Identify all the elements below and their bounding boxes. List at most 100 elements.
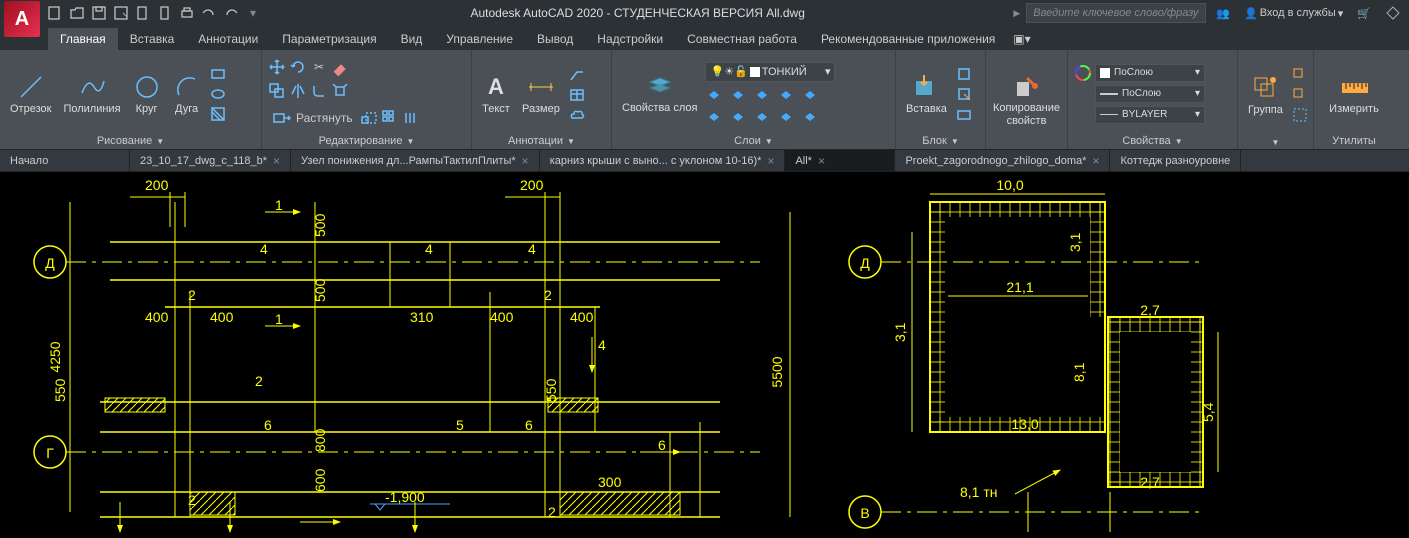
tab-parametric[interactable]: Параметризация bbox=[270, 28, 388, 50]
explode-icon[interactable] bbox=[331, 82, 349, 100]
open-icon[interactable] bbox=[68, 4, 86, 22]
move-icon[interactable] bbox=[268, 58, 286, 76]
ungroup-icon[interactable] bbox=[1291, 66, 1309, 84]
close-icon[interactable]: × bbox=[522, 154, 529, 168]
layer-prev-icon[interactable] bbox=[801, 86, 819, 104]
color-wheel-icon[interactable] bbox=[1074, 64, 1092, 82]
dimension-tool[interactable]: Размер bbox=[518, 71, 564, 117]
mirror-icon[interactable] bbox=[289, 82, 307, 100]
tab-output[interactable]: Вывод bbox=[525, 28, 585, 50]
drawing-canvas[interactable]: Д Г 4250 200 200 4 4 4 1 1 500 500 2 2 4… bbox=[0, 172, 1409, 538]
panel-block-title[interactable]: Блок▼ bbox=[902, 133, 979, 149]
layer-color-swatch bbox=[750, 67, 760, 77]
text-tool[interactable]: A Текст bbox=[478, 71, 514, 117]
insert-tool[interactable]: Вставка bbox=[902, 71, 951, 117]
layer-iso-icon[interactable] bbox=[705, 108, 723, 126]
group-bbox-icon[interactable] bbox=[1291, 106, 1309, 124]
rect-icon[interactable] bbox=[209, 65, 227, 83]
tab-annotate[interactable]: Аннотации bbox=[186, 28, 270, 50]
layer-del-icon[interactable] bbox=[777, 108, 795, 126]
leader-icon[interactable] bbox=[568, 65, 586, 83]
group-tool[interactable]: Группа bbox=[1244, 72, 1287, 118]
panel-group-title[interactable]: ▼ bbox=[1244, 136, 1307, 149]
cloud-icon[interactable] bbox=[568, 105, 586, 123]
saveas-icon[interactable] bbox=[112, 4, 130, 22]
ellipse-icon[interactable] bbox=[209, 85, 227, 103]
layer-merge-icon[interactable] bbox=[753, 108, 771, 126]
trim-icon[interactable]: ✂ bbox=[310, 58, 328, 76]
filetab-5[interactable]: Proekt_zagorodnogo_zhilogo_doma*× bbox=[895, 150, 1110, 171]
login-button[interactable]: 👤 Вход в службы ▾ bbox=[1240, 7, 1347, 20]
layer-uniso-icon[interactable] bbox=[729, 108, 747, 126]
rotate-icon[interactable] bbox=[289, 58, 307, 76]
filetab-1[interactable]: 23_10_17_dwg_c_118_b*× bbox=[130, 150, 291, 171]
circle-tool[interactable]: Круг bbox=[129, 71, 165, 117]
layer-dropdown[interactable]: 💡 ☀ 🔓 ТОНКИЙ ▾ bbox=[705, 62, 835, 82]
panel-anno-title[interactable]: Аннотации▼ bbox=[478, 133, 605, 149]
close-icon[interactable]: × bbox=[818, 154, 825, 168]
color-dropdown[interactable]: ПоСлою▾ bbox=[1095, 64, 1205, 82]
offset-icon[interactable] bbox=[402, 109, 420, 127]
layer-lock-icon[interactable] bbox=[753, 86, 771, 104]
tab-collab[interactable]: Совместная работа bbox=[675, 28, 809, 50]
polyline-tool[interactable]: Полилиния bbox=[59, 71, 124, 117]
scale-icon[interactable] bbox=[360, 109, 378, 127]
erase-icon[interactable] bbox=[331, 58, 349, 76]
print-icon[interactable] bbox=[178, 4, 196, 22]
layer-match-icon[interactable] bbox=[777, 86, 795, 104]
ltype-dropdown[interactable]: BYLAYER▾ bbox=[1095, 106, 1205, 124]
save-icon[interactable] bbox=[90, 4, 108, 22]
arc-tool[interactable]: Дуга bbox=[169, 71, 205, 117]
close-icon[interactable]: × bbox=[767, 154, 774, 168]
edit-block-icon[interactable] bbox=[955, 85, 973, 103]
panel-props-title[interactable]: Свойства▼ bbox=[1074, 133, 1231, 149]
create-block-icon[interactable] bbox=[955, 65, 973, 83]
line-tool[interactable]: Отрезок bbox=[6, 71, 55, 117]
infocenter-icon[interactable]: 👥 bbox=[1212, 7, 1234, 20]
array-icon[interactable] bbox=[381, 109, 399, 127]
table-icon[interactable] bbox=[568, 85, 586, 103]
filetab-4[interactable]: All*× bbox=[785, 150, 895, 171]
close-icon[interactable]: × bbox=[273, 154, 280, 168]
tab-home[interactable]: Главная bbox=[48, 28, 118, 50]
undo-icon[interactable] bbox=[200, 4, 218, 22]
stretch-tool[interactable]: Растянуть bbox=[268, 106, 357, 130]
tab-manage[interactable]: Управление bbox=[434, 28, 525, 50]
tab-addins[interactable]: Надстройки bbox=[585, 28, 675, 50]
fillet-icon[interactable] bbox=[310, 82, 328, 100]
tab-overflow[interactable]: ▣▾ bbox=[1007, 28, 1036, 50]
app-logo[interactable]: A bbox=[4, 1, 40, 37]
panel-util-title[interactable]: Утилиты bbox=[1320, 133, 1388, 149]
svg-text:200: 200 bbox=[520, 177, 544, 193]
web-icon[interactable] bbox=[134, 4, 152, 22]
tab-featured[interactable]: Рекомендованные приложения bbox=[809, 28, 1007, 50]
panel-layers-title[interactable]: Слои▼ bbox=[618, 133, 889, 149]
matchprop-tool[interactable]: Копирование свойств bbox=[989, 70, 1064, 128]
hatch-icon[interactable] bbox=[209, 105, 227, 123]
filetab-3[interactable]: карниз крыши с выно... с уклоном 10-16)*… bbox=[540, 150, 786, 171]
filetab-2[interactable]: Узел понижения дл...РампыТактилПлиты*× bbox=[291, 150, 540, 171]
help-icon[interactable] bbox=[1381, 5, 1405, 21]
layer-off-icon[interactable] bbox=[705, 86, 723, 104]
mobile-icon[interactable] bbox=[156, 4, 174, 22]
edit-attr-icon[interactable] bbox=[955, 105, 973, 123]
filetab-start[interactable]: Начало bbox=[0, 150, 130, 171]
search-input[interactable]: Введите ключевое слово/фразу bbox=[1026, 3, 1206, 23]
redo-icon[interactable] bbox=[222, 4, 240, 22]
measure-tool[interactable]: Измерить bbox=[1325, 71, 1383, 117]
layer-freeze-icon[interactable] bbox=[729, 86, 747, 104]
exchange-icon[interactable]: 🛒 bbox=[1353, 7, 1375, 20]
group-edit-icon[interactable] bbox=[1291, 86, 1309, 104]
panel-draw-title[interactable]: Рисование▼ bbox=[6, 133, 255, 149]
qat-dropdown-icon[interactable]: ▾ bbox=[244, 4, 262, 22]
tab-view[interactable]: Вид bbox=[389, 28, 435, 50]
copy-icon[interactable] bbox=[268, 82, 286, 100]
layer-props-tool[interactable]: Свойства слоя bbox=[618, 70, 701, 116]
tab-insert[interactable]: Вставка bbox=[118, 28, 187, 50]
panel-edit-title[interactable]: Редактирование▼ bbox=[268, 133, 465, 149]
layer-walk-icon[interactable] bbox=[801, 108, 819, 126]
lweight-dropdown[interactable]: ПоСлою▾ bbox=[1095, 85, 1205, 103]
close-icon[interactable]: × bbox=[1092, 154, 1099, 168]
filetab-6[interactable]: Коттедж разноуровне bbox=[1110, 150, 1241, 171]
new-icon[interactable] bbox=[46, 4, 64, 22]
